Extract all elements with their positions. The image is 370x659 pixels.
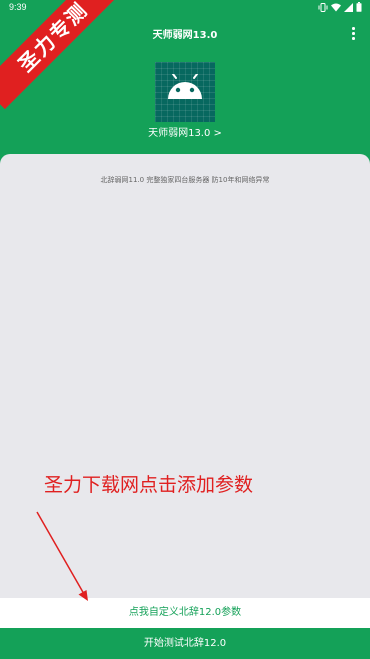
- description-text: 北辞弱网11.0 完整独家四台服务器 防10年和网络异常: [100, 176, 270, 184]
- battery-icon: [356, 2, 362, 12]
- wifi-icon: [331, 3, 341, 11]
- content-card: 北辞弱网11.0 完整独家四台服务器 防10年和网络异常: [0, 154, 370, 598]
- start-test-button[interactable]: 开始测试北辞12.0: [0, 628, 370, 659]
- status-icons: [318, 2, 362, 12]
- corner-ribbon: 圣力专测: [0, 0, 126, 110]
- android-app-icon[interactable]: [155, 62, 215, 122]
- android-icon: [168, 74, 202, 99]
- status-time: 9:39: [9, 2, 27, 12]
- overlay-caption: 圣力下载网点击添加参数: [44, 474, 254, 496]
- signal-icon: [344, 2, 353, 12]
- more-vert-icon[interactable]: [348, 27, 358, 41]
- custom-params-button[interactable]: 点我自定义北辞12.0参数: [0, 598, 370, 628]
- app-info-link[interactable]: 天师弱网13.0 >: [0, 124, 370, 139]
- vibrate-icon: [318, 2, 328, 12]
